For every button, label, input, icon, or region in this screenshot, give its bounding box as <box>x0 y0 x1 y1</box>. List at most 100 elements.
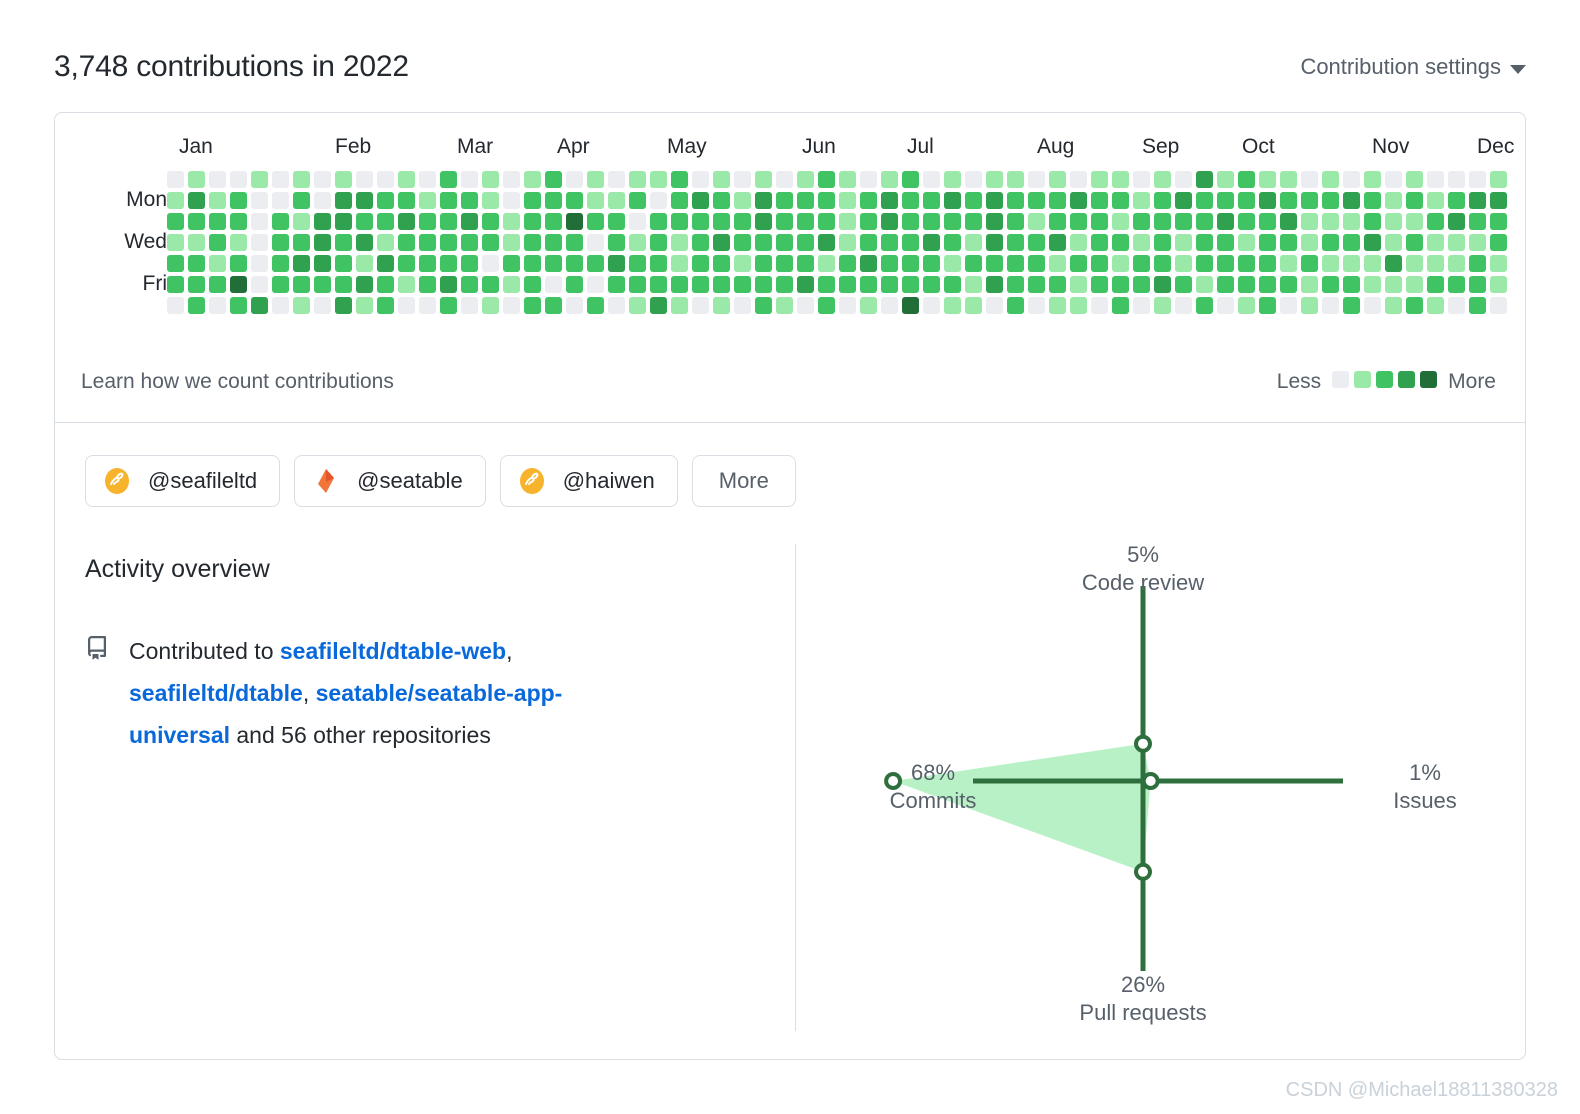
contribution-cell[interactable] <box>1490 297 1507 314</box>
contribution-cell[interactable] <box>167 213 184 230</box>
contribution-cell[interactable] <box>1322 192 1339 209</box>
contribution-cell[interactable] <box>587 297 604 314</box>
contribution-cell[interactable] <box>482 234 499 251</box>
contribution-cell[interactable] <box>167 192 184 209</box>
contribution-cell[interactable] <box>1385 192 1402 209</box>
contribution-cell[interactable] <box>440 192 457 209</box>
contribution-cell[interactable] <box>209 192 226 209</box>
contribution-cell[interactable] <box>1364 213 1381 230</box>
contribution-cell[interactable] <box>1322 171 1339 188</box>
contribution-cell[interactable] <box>1385 213 1402 230</box>
contribution-cell[interactable] <box>356 213 373 230</box>
org-chip-haiwen[interactable]: @haiwen <box>499 455 678 507</box>
contribution-cell[interactable] <box>503 213 520 230</box>
contribution-cell[interactable] <box>881 255 898 272</box>
contribution-cell[interactable] <box>188 255 205 272</box>
contribution-cell[interactable] <box>1301 192 1318 209</box>
contribution-cell[interactable] <box>860 297 877 314</box>
contribution-cell[interactable] <box>377 234 394 251</box>
contribution-cell[interactable] <box>1280 276 1297 293</box>
contribution-cell[interactable] <box>923 297 940 314</box>
contribution-cell[interactable] <box>482 192 499 209</box>
contribution-cell[interactable] <box>755 192 772 209</box>
contribution-cell[interactable] <box>923 255 940 272</box>
contribution-cell[interactable] <box>734 171 751 188</box>
contribution-cell[interactable] <box>524 192 541 209</box>
contribution-cell[interactable] <box>440 297 457 314</box>
contribution-cell[interactable] <box>524 297 541 314</box>
contribution-cell[interactable] <box>482 276 499 293</box>
contribution-cell[interactable] <box>1469 276 1486 293</box>
contribution-cell[interactable] <box>1049 192 1066 209</box>
contribution-cell[interactable] <box>209 213 226 230</box>
contribution-cell[interactable] <box>524 171 541 188</box>
contribution-cell[interactable] <box>398 276 415 293</box>
contribution-cell[interactable] <box>608 171 625 188</box>
contribution-cell[interactable] <box>923 171 940 188</box>
contribution-cell[interactable] <box>1448 234 1465 251</box>
contribution-cell[interactable] <box>1112 171 1129 188</box>
contribution-cell[interactable] <box>839 255 856 272</box>
contribution-cell[interactable] <box>1364 297 1381 314</box>
contribution-cell[interactable] <box>461 234 478 251</box>
contribution-cell[interactable] <box>398 255 415 272</box>
contribution-cell[interactable] <box>944 234 961 251</box>
contribution-cell[interactable] <box>881 171 898 188</box>
contribution-cell[interactable] <box>1469 297 1486 314</box>
contribution-cell[interactable] <box>1049 297 1066 314</box>
contribution-cell[interactable] <box>335 255 352 272</box>
contribution-cell[interactable] <box>314 276 331 293</box>
contribution-cell[interactable] <box>587 234 604 251</box>
contribution-cell[interactable] <box>1196 255 1213 272</box>
contribution-cell[interactable] <box>1007 297 1024 314</box>
learn-how-we-count-link[interactable]: Learn how we count contributions <box>81 370 394 394</box>
contribution-cell[interactable] <box>503 255 520 272</box>
contribution-cell[interactable] <box>1259 276 1276 293</box>
contribution-cell[interactable] <box>1301 213 1318 230</box>
contribution-cell[interactable] <box>545 297 562 314</box>
contribution-cell[interactable] <box>293 255 310 272</box>
contribution-cell[interactable] <box>1427 297 1444 314</box>
contribution-cell[interactable] <box>1427 234 1444 251</box>
contribution-cell[interactable] <box>1280 171 1297 188</box>
contribution-cell[interactable] <box>1112 255 1129 272</box>
contribution-cell[interactable] <box>1091 297 1108 314</box>
contribution-cell[interactable] <box>1343 192 1360 209</box>
contribution-cell[interactable] <box>1112 297 1129 314</box>
contribution-cell[interactable] <box>1112 234 1129 251</box>
contribution-cell[interactable] <box>776 171 793 188</box>
contribution-cell[interactable] <box>965 171 982 188</box>
contribution-cell[interactable] <box>188 171 205 188</box>
contribution-cell[interactable] <box>1343 276 1360 293</box>
contribution-cell[interactable] <box>650 234 667 251</box>
contribution-cell[interactable] <box>272 171 289 188</box>
contribution-cell[interactable] <box>377 297 394 314</box>
contribution-cell[interactable] <box>881 192 898 209</box>
radar-point-code-review[interactable] <box>1134 734 1152 753</box>
contribution-cell[interactable] <box>377 171 394 188</box>
contribution-cell[interactable] <box>923 192 940 209</box>
contribution-cell[interactable] <box>545 171 562 188</box>
contribution-cell[interactable] <box>1238 276 1255 293</box>
contribution-cell[interactable] <box>713 255 730 272</box>
contribution-cell[interactable] <box>1070 171 1087 188</box>
contribution-cell[interactable] <box>251 171 268 188</box>
contribution-cell[interactable] <box>1175 213 1192 230</box>
contribution-cell[interactable] <box>356 255 373 272</box>
contribution-cell[interactable] <box>692 276 709 293</box>
contribution-cell[interactable] <box>356 171 373 188</box>
contribution-cell[interactable] <box>230 255 247 272</box>
contribution-cell[interactable] <box>1217 255 1234 272</box>
contribution-cell[interactable] <box>1490 255 1507 272</box>
contribution-cell[interactable] <box>671 213 688 230</box>
contribution-cell[interactable] <box>524 234 541 251</box>
contribution-cell[interactable] <box>650 255 667 272</box>
contribution-cell[interactable] <box>335 276 352 293</box>
contribution-cell[interactable] <box>944 297 961 314</box>
contribution-cell[interactable] <box>1280 213 1297 230</box>
contribution-cell[interactable] <box>188 213 205 230</box>
contribution-cell[interactable] <box>1385 276 1402 293</box>
contribution-cell[interactable] <box>503 171 520 188</box>
contribution-cell[interactable] <box>944 255 961 272</box>
repo-link[interactable]: seafileltd/dtable-web <box>280 638 506 664</box>
